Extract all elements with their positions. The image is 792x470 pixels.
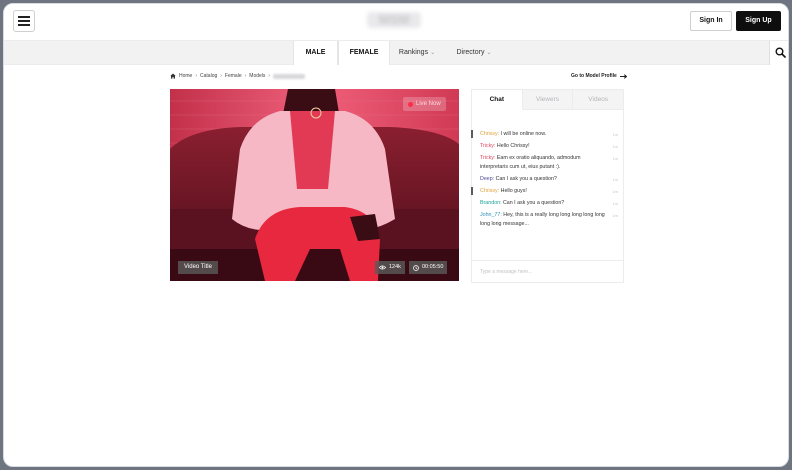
chevron-down-icon: ⌄ — [486, 50, 492, 56]
breadcrumb-separator: › — [195, 73, 198, 79]
chat-timestamp: 1m — [612, 132, 618, 137]
chat-panel: Chat Viewers Videos Chrissy: I will be o… — [471, 89, 624, 283]
chat-message: Brandon: Can I ask you a question? 1m — [472, 199, 623, 208]
eye-icon — [379, 265, 386, 270]
menu-icon-line — [18, 16, 30, 18]
category-nav: MALE FEMALE Rankings ⌄ Directory ⌄ — [4, 40, 788, 65]
tab-label: Directory — [456, 49, 485, 56]
chat-timestamp: 1m — [612, 177, 618, 182]
tab-rankings[interactable]: Rankings ⌄ — [390, 41, 444, 65]
breadcrumb-separator: › — [220, 73, 222, 79]
chat-message-text: Eam ex oratio aliquando, admodum interpr… — [480, 155, 581, 170]
site-logo[interactable]: MSM — [367, 12, 421, 28]
tab-male[interactable]: MALE — [293, 41, 338, 65]
live-now-label: Live Now — [416, 101, 441, 107]
tab-female[interactable]: FEMALE — [338, 41, 390, 65]
breadcrumb-models[interactable]: Models — [249, 73, 265, 79]
duration: 00:05:50 — [409, 261, 448, 274]
view-count-value: 124k — [389, 264, 401, 270]
chat-username[interactable]: Chrissy: — [480, 188, 499, 194]
chat-username[interactable]: Deep: — [480, 176, 494, 182]
model-profile-link-label: Go to Model Profile — [571, 73, 617, 79]
live-dot-icon — [408, 101, 413, 107]
sign-in-button[interactable]: Sign In — [690, 11, 732, 31]
chat-message-list: Chrissy: I will be online now. 1m Tricky: … — [471, 130, 623, 229]
chat-message: Deep: Can I ask you a question? 1m — [472, 175, 623, 184]
chat-message-text: Hello guys! — [499, 188, 527, 194]
menu-icon-line — [18, 20, 30, 22]
chat-username[interactable]: Tricky: — [480, 155, 495, 161]
menu-icon-line — [18, 24, 30, 26]
chat-message-text: Can I ask you a question? — [501, 200, 565, 206]
duration-value: 00:05:50 — [422, 264, 444, 270]
model-profile-link[interactable]: Go to Model Profile — [571, 73, 627, 79]
clock-icon — [413, 264, 419, 271]
video-title: Video Title — [178, 261, 218, 274]
search-button[interactable] — [769, 41, 788, 65]
breadcrumb-separator: › — [244, 73, 247, 79]
breadcrumb-catalog[interactable]: Catalog — [200, 73, 217, 79]
breadcrumb-current-blurred — [273, 73, 306, 79]
chat-tabs: Chat Viewers Videos — [472, 90, 624, 110]
tab-label: MALE — [305, 49, 326, 56]
chat-timestamp: 1m — [612, 189, 618, 194]
chat-username[interactable]: Tricky: — [480, 143, 495, 149]
breadcrumb-female[interactable]: Female — [225, 73, 242, 79]
breadcrumb: Home › Catalog › Female › Models › — [170, 73, 306, 79]
home-icon — [170, 73, 176, 79]
chat-timestamp: 1m — [612, 156, 618, 161]
chat-message: Tricky: Eam ex oratio aliquando, admodum… — [472, 154, 623, 172]
app-window: MSM Sign In Sign Up MALE FEMALE Rankings… — [3, 3, 789, 467]
chat-username[interactable]: Chrissy: — [480, 131, 499, 137]
chat-message: Chrissy: Hello guys! 1m — [471, 187, 623, 196]
chat-timestamp: 1m — [612, 201, 618, 206]
tab-directory[interactable]: Directory ⌄ — [444, 41, 504, 65]
chat-message-text: Hello Chrissy! — [495, 143, 530, 149]
chat-timestamp: 1m — [612, 213, 618, 218]
video-player[interactable]: Live Now Video Title 124k 00:05:50 — [170, 89, 459, 281]
hamburger-menu-button[interactable] — [13, 10, 35, 32]
tab-viewers[interactable]: Viewers — [522, 90, 574, 110]
video-frame-image — [170, 89, 459, 281]
chat-message-text: I will be online now. — [499, 131, 547, 137]
chat-timestamp: 1m — [612, 144, 618, 149]
chat-message-input[interactable]: Type a message here... — [472, 260, 623, 282]
arrow-right-icon — [619, 73, 627, 79]
view-count: 124k — [375, 261, 405, 274]
breadcrumb-home[interactable]: Home — [179, 73, 192, 79]
chat-message-text: Can I ask you a question? — [494, 176, 557, 182]
tab-videos[interactable]: Videos — [573, 90, 624, 110]
chat-message: Chrissy: I will be online now. 1m — [471, 130, 623, 139]
chat-username[interactable]: Brandon: — [480, 200, 502, 206]
chat-username[interactable]: John_77: — [480, 212, 502, 218]
sign-up-button[interactable]: Sign Up — [736, 11, 781, 31]
tab-chat[interactable]: Chat — [472, 90, 523, 110]
tab-label: Rankings — [398, 49, 429, 56]
tab-label: FEMALE — [349, 49, 379, 56]
chat-message: Tricky: Hello Chrissy! 1m — [472, 142, 623, 151]
chevron-down-icon: ⌄ — [430, 50, 436, 56]
search-icon — [775, 47, 786, 58]
live-now-badge: Live Now — [403, 97, 446, 111]
breadcrumb-separator: › — [268, 73, 271, 79]
chat-message: John_77: Hey, this is a really long long… — [472, 211, 623, 229]
top-header: MSM Sign In Sign Up — [4, 4, 788, 40]
